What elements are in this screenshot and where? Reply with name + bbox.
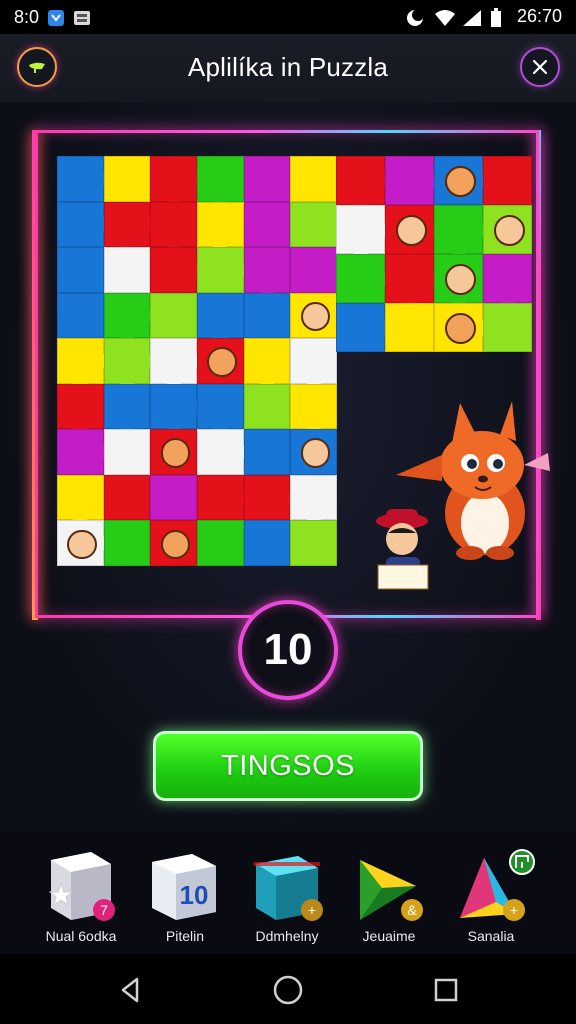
character-face-icon (493, 214, 525, 246)
nav-home-button[interactable] (270, 972, 306, 1008)
teal-cube-icon: + (254, 856, 323, 921)
puzzle-piece-tray[interactable] (336, 156, 532, 352)
puzzle-piece[interactable] (57, 292, 104, 339)
tool-item-number-cube[interactable]: 10 Pitelin (130, 842, 240, 946)
puzzle-piece[interactable] (103, 429, 151, 475)
character-face-icon (67, 529, 97, 560)
puzzle-piece[interactable] (243, 156, 291, 202)
tool-label: Ddmhelny (255, 928, 319, 944)
app-header: Aplilíka in Puzzla (0, 34, 576, 103)
tool-label: Pitelin (165, 928, 205, 944)
page-title: Aplilíka in Puzzla (187, 52, 389, 82)
puzzle-piece[interactable] (290, 156, 337, 202)
status-bar: 8:0 26:70 (0, 0, 576, 34)
character-face-icon (444, 263, 476, 295)
puzzle-piece[interactable] (103, 474, 151, 521)
puzzle-piece[interactable] (243, 520, 291, 566)
tool-label: Sanalia (467, 928, 515, 944)
tool-item-green-pyramid[interactable]: & Jeuaime (334, 842, 444, 946)
notification-icon (47, 9, 65, 27)
character-face-icon (207, 347, 237, 377)
tool-bar: 7 Nual 6odka 10 Pitelin + Ddmhelny & Jeu… (0, 832, 576, 954)
svg-text:7: 7 (100, 902, 108, 918)
svg-text:&: & (407, 902, 417, 918)
puzzle-piece[interactable] (103, 520, 151, 566)
close-icon (532, 59, 548, 75)
nav-recents-button[interactable] (428, 972, 464, 1008)
wifi-icon (433, 8, 455, 26)
status-time: 8:0 (14, 7, 40, 27)
svg-text:+: + (510, 902, 518, 918)
tool-item-star-cube[interactable]: 7 Nual 6odka (26, 842, 136, 946)
puzzle-piece[interactable] (103, 247, 151, 293)
puzzle-piece[interactable] (483, 156, 532, 205)
character-face-icon (160, 438, 191, 469)
puzzle-board[interactable] (57, 156, 337, 566)
svg-text:+: + (308, 902, 316, 918)
cube-number: 10 (180, 880, 209, 910)
puzzle-piece[interactable] (483, 303, 532, 352)
puzzle-piece[interactable] (243, 201, 291, 248)
score-counter: 10 (238, 600, 338, 700)
number-cube-icon: 10 (152, 854, 216, 920)
home-nav-icon (273, 975, 303, 1005)
puzzle-piece[interactable] (243, 383, 291, 430)
puzzle-piece[interactable] (57, 247, 104, 293)
status-clock: 26:70 (516, 6, 562, 26)
character-face-icon (395, 214, 427, 246)
puzzle-piece[interactable] (197, 520, 244, 566)
puzzle-piece[interactable] (290, 247, 337, 293)
battery-icon (489, 7, 507, 27)
puzzle-piece[interactable] (243, 429, 291, 475)
signal-icon (461, 8, 481, 26)
prism-icon: + (460, 849, 535, 921)
play-button[interactable]: TINGSOS (153, 731, 423, 801)
puzzle-piece[interactable] (290, 201, 337, 248)
puzzle-piece[interactable] (150, 292, 197, 339)
tool-item-teal-cube[interactable]: + Ddmhelny (232, 842, 342, 946)
character-face-icon (444, 165, 476, 197)
close-button[interactable] (520, 47, 560, 87)
back-nav-icon (121, 977, 139, 1003)
puzzle-piece[interactable] (103, 156, 151, 202)
star-cube-icon: 7 (48, 852, 115, 921)
tool-label: Nual 6odka (45, 928, 117, 944)
character-face-icon (300, 438, 331, 469)
kid-character (376, 509, 429, 590)
character-face-icon (444, 312, 476, 344)
moon-icon (405, 8, 424, 26)
puzzle-piece[interactable] (385, 303, 434, 352)
nav-back-button[interactable] (112, 972, 148, 1008)
puzzle-piece[interactable] (290, 520, 337, 566)
tool-item-prism[interactable]: + Sanalia (436, 842, 546, 946)
system-nav-bar (0, 954, 576, 1024)
puzzle-piece[interactable] (150, 474, 197, 521)
tool-label: Jeuaime (362, 928, 416, 944)
media-icon (73, 9, 91, 27)
recents-nav-icon (434, 978, 458, 1002)
puzzle-piece[interactable] (243, 292, 291, 339)
green-pyramid-icon: & (360, 860, 423, 921)
